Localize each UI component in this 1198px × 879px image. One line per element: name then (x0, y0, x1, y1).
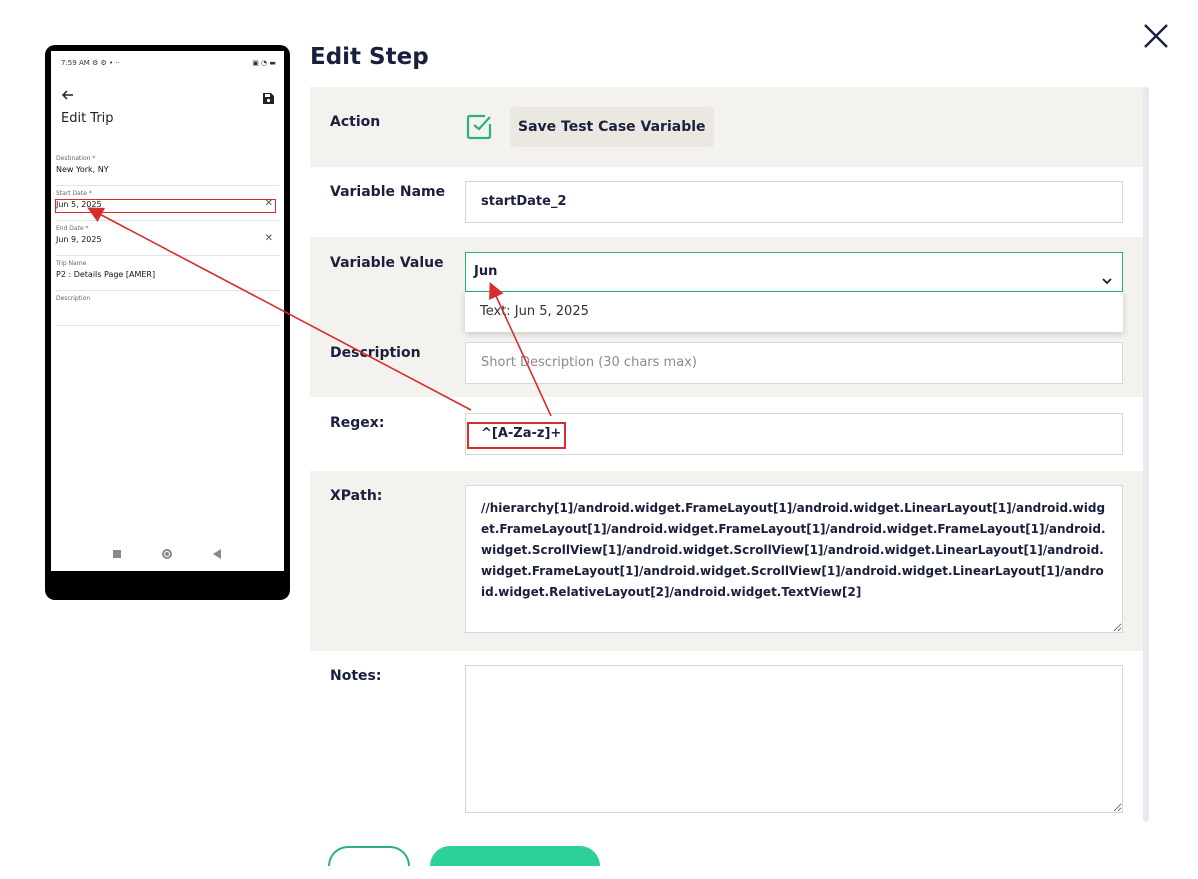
field-label: Description (56, 295, 91, 302)
regex-label: Regex: (330, 415, 385, 431)
status-bar-time: 7:59 AM ⚙ ⚙ • ·· (61, 59, 120, 67)
variable-value-select[interactable]: Jun (465, 252, 1123, 292)
back-icon (213, 549, 221, 559)
field-label: End Date * (56, 225, 89, 232)
variable-value-text: Jun (474, 264, 498, 279)
phone-field-end-date: End Date * Jun 9, 2025 ✕ (56, 221, 279, 256)
variable-name-input[interactable]: startDate_2 (465, 181, 1123, 223)
description-input[interactable]: Short Description (30 chars max) (465, 342, 1123, 384)
action-label: Action (330, 114, 381, 130)
notes-textarea[interactable] (465, 665, 1123, 813)
field-value: P2 : Details Page [AMER] (56, 270, 156, 279)
cancel-button[interactable] (328, 846, 410, 866)
row-variable-name: Variable Name startDate_2 (310, 167, 1143, 237)
recents-icon (113, 550, 121, 558)
field-value: Jun 9, 2025 (56, 235, 102, 244)
close-icon[interactable] (1140, 20, 1172, 52)
field-label: Start Date * (56, 190, 92, 197)
variable-value-label: Variable Value (330, 255, 444, 271)
variable-name-label: Variable Name (330, 184, 446, 200)
row-description: Description Short Description (30 chars … (310, 327, 1143, 397)
action-type-chip[interactable]: Save Test Case Variable (510, 107, 714, 147)
field-label: Destination * (56, 155, 96, 162)
phone-field-trip-name: Trip Name P2 : Details Page [AMER] (56, 256, 279, 291)
phone-field-description: Description (56, 291, 279, 326)
chevron-down-icon[interactable] (1100, 266, 1114, 285)
page: 7:59 AM ⚙ ⚙ • ·· ▣ ◔ ▬ Edit Trip Destina… (0, 0, 1198, 879)
notes-label: Notes: (330, 668, 382, 684)
form-scrollbar[interactable] (1143, 87, 1149, 822)
row-action: Action Save Test Case Variable (310, 87, 1143, 167)
xpath-label: XPath: (330, 488, 383, 504)
field-label: Trip Name (56, 260, 87, 267)
back-arrow-icon (61, 87, 75, 101)
save-button[interactable] (430, 846, 600, 866)
device-screen: 7:59 AM ⚙ ⚙ • ·· ▣ ◔ ▬ Edit Trip Destina… (51, 51, 284, 571)
variable-value-option[interactable]: Text: Jun 5, 2025 (465, 292, 1123, 332)
check-icon (465, 113, 493, 141)
device-screenshot: 7:59 AM ⚙ ⚙ • ·· ▣ ◔ ▬ Edit Trip Destina… (45, 45, 290, 600)
element-highlight-box (55, 199, 276, 213)
row-regex: Regex: ^[A-Za-z]+ (310, 397, 1143, 471)
save-icon (263, 89, 274, 104)
description-label: Description (330, 345, 421, 361)
row-notes: Notes: (310, 651, 1143, 832)
row-xpath: XPath: //hierarchy[1]/android.widget.Fra… (310, 471, 1143, 651)
xpath-textarea[interactable]: //hierarchy[1]/android.widget.FrameLayou… (465, 485, 1123, 633)
screen-title: Edit Trip (61, 111, 114, 126)
home-icon (162, 549, 172, 559)
field-value: New York, NY (56, 165, 109, 174)
clear-icon: ✕ (264, 233, 273, 244)
android-nav-bar (51, 545, 284, 565)
status-bar-icons: ▣ ◔ ▬ (252, 59, 276, 67)
edit-step-form: Action Save Test Case Variable Variable … (310, 87, 1143, 832)
phone-field-destination: Destination * New York, NY (56, 151, 279, 186)
regex-highlight-box (467, 422, 566, 449)
dialog-title: Edit Step (310, 44, 429, 70)
